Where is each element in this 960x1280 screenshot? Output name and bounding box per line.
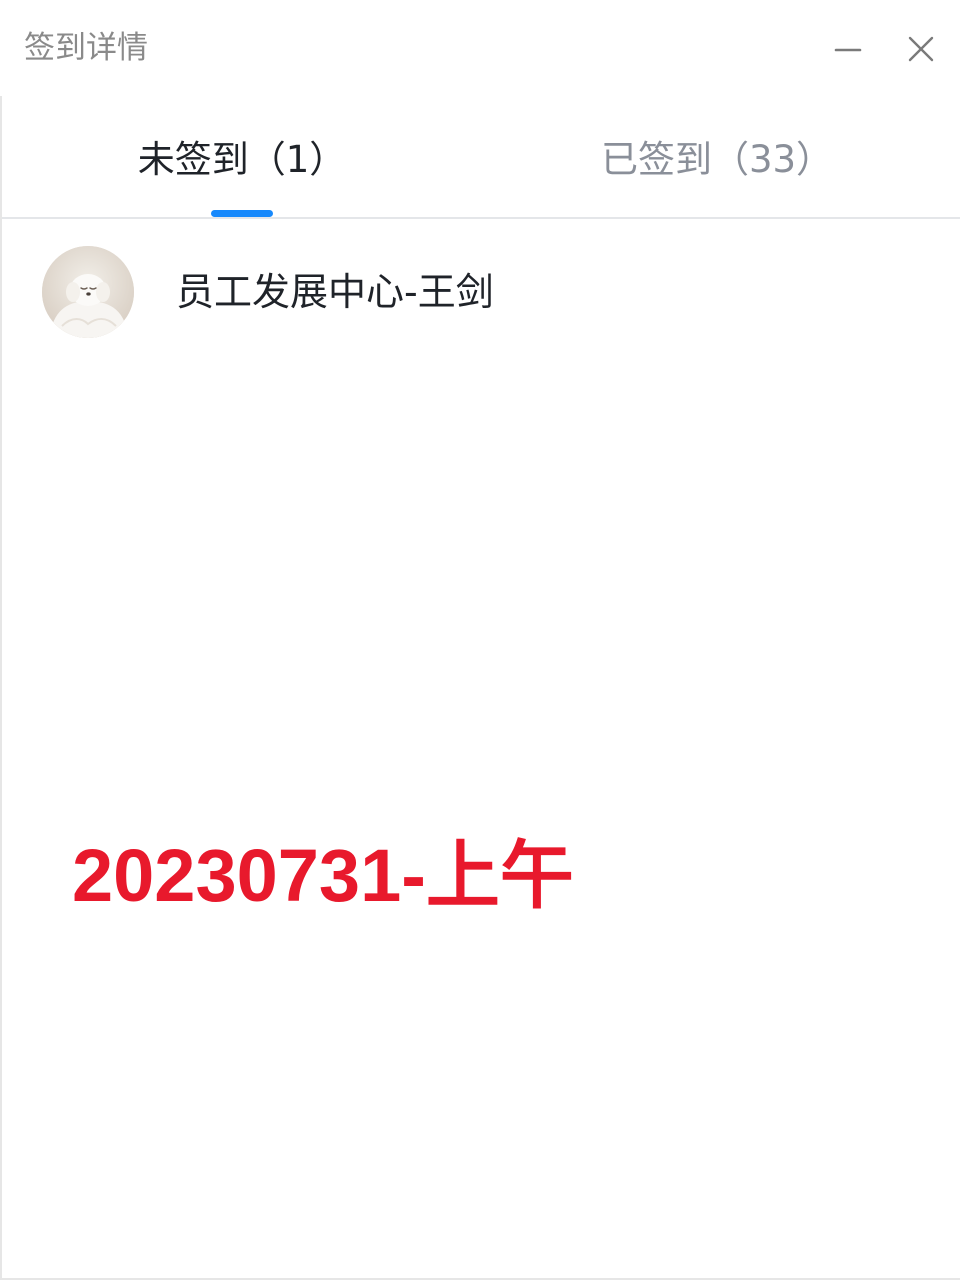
close-button[interactable]	[898, 26, 942, 70]
window-title: 签到详情	[24, 30, 148, 66]
minimize-icon	[834, 48, 862, 52]
member-name: 员工发展中心-王剑	[176, 270, 494, 314]
avatar-puppy-icon	[42, 246, 134, 338]
list-item[interactable]: 员工发展中心-王剑	[42, 244, 922, 340]
minimize-button[interactable]	[826, 26, 870, 70]
checkin-details-window: 签到详情 未签到（1） 已签到（33） 员工发展中心-王剑 20230731-上…	[0, 0, 960, 1280]
tab-signed-in-label: 已签到（33）	[600, 138, 834, 181]
date-overlay-text: 20230731-上午	[72, 834, 574, 917]
tab-bar: 未签到（1） 已签到（33）	[2, 96, 960, 219]
close-icon	[908, 36, 934, 62]
active-tab-indicator	[211, 210, 273, 217]
tab-not-signed-in-label: 未签到（1）	[137, 138, 347, 181]
content-panel: 未签到（1） 已签到（33） 员工发展中心-王剑 20230731-上午	[0, 96, 960, 1280]
avatar	[42, 246, 134, 338]
tab-not-signed-in[interactable]: 未签到（1）	[102, 96, 382, 217]
tab-signed-in[interactable]: 已签到（33）	[572, 96, 862, 217]
title-bar: 签到详情	[0, 0, 960, 96]
